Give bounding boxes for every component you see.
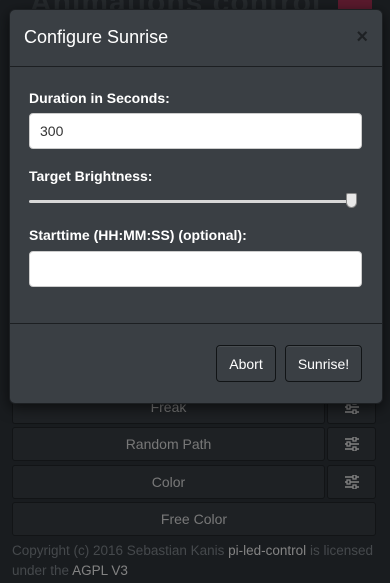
sunrise-button[interactable]: Sunrise! <box>285 345 362 382</box>
modal-footer: Abort Sunrise! <box>10 323 382 404</box>
duration-label: Duration in Seconds: <box>29 90 170 106</box>
brightness-label: Target Brightness: <box>29 168 153 184</box>
modal-title: Configure Sunrise <box>24 27 169 47</box>
brightness-slider-track[interactable] <box>29 200 357 203</box>
brightness-slider-handle[interactable] <box>346 193 357 208</box>
abort-button[interactable]: Abort <box>216 345 276 382</box>
close-icon[interactable]: × <box>356 27 368 47</box>
modal-header: Configure Sunrise × <box>10 10 382 67</box>
sunrise-dialog: Configure Sunrise × Duration in Seconds:… <box>9 9 383 404</box>
duration-input[interactable] <box>29 113 362 149</box>
starttime-input[interactable] <box>29 251 362 287</box>
starttime-label: Starttime (HH:MM:SS) (optional): <box>29 227 247 243</box>
